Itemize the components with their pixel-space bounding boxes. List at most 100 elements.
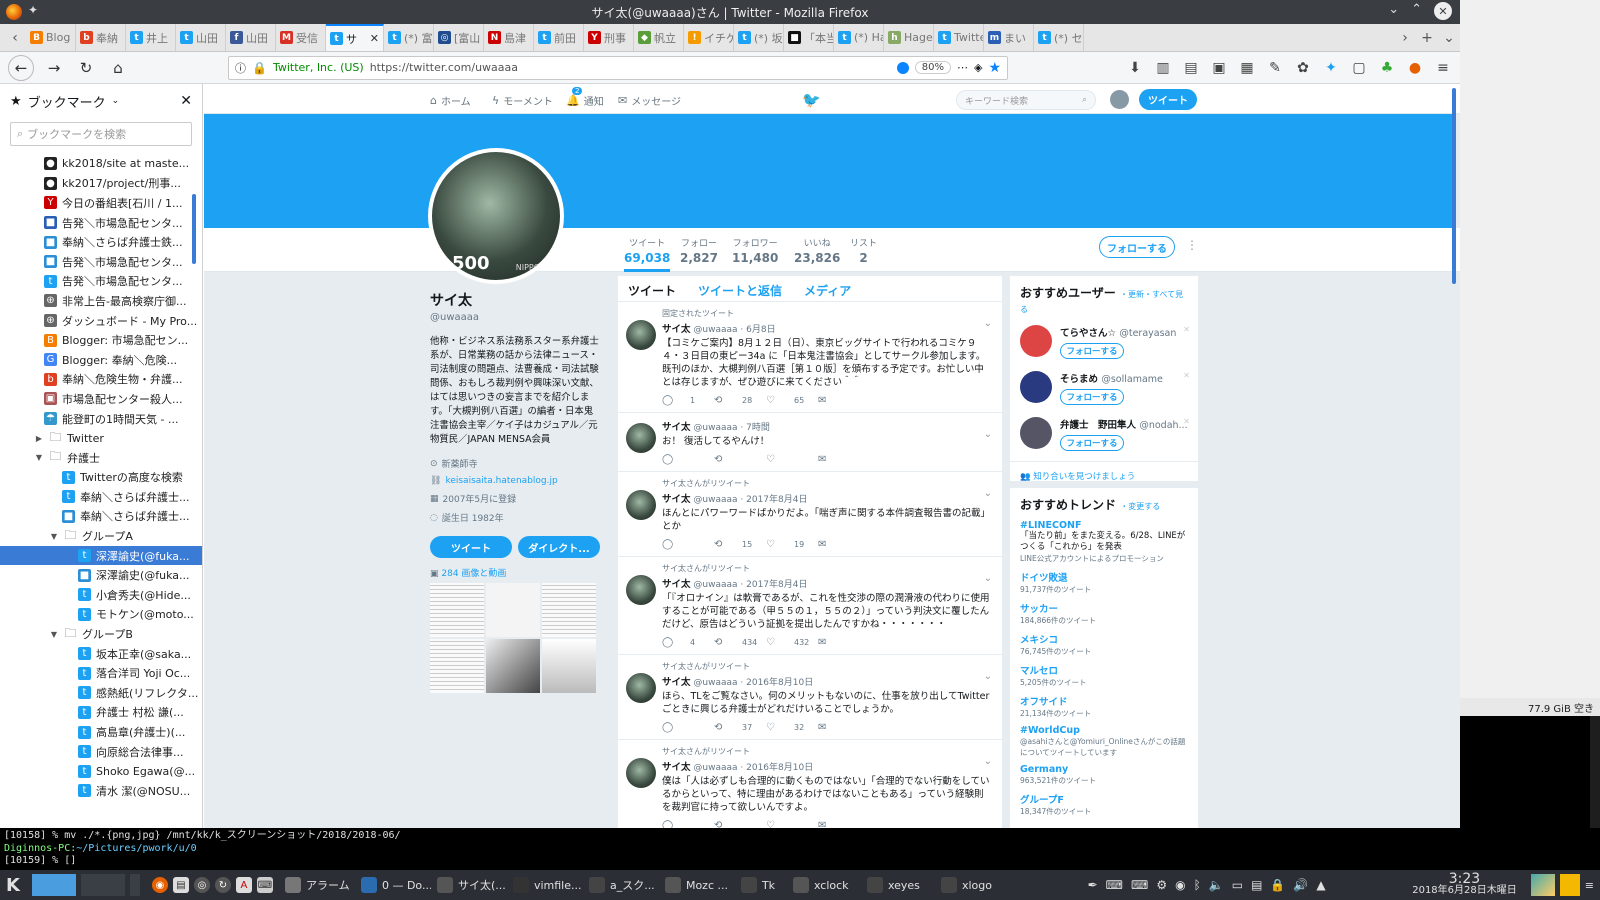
info-icon[interactable]: ⓘ [235,60,246,76]
bookmark-folder[interactable]: ▼ 🗀 弁護士 [0,448,202,468]
tweet-avatar[interactable] [626,423,656,453]
bookmark-item[interactable]: b 奉納＼危険生物・弁護... [0,370,202,390]
retweet-button[interactable]: ⟲ 37 [714,722,766,733]
bookmark-item[interactable]: t 奉納＼さらば弁護士... [0,487,202,507]
keyboard-launch-icon[interactable]: ⌨ [256,877,273,893]
timeline-tab[interactable]: メディア [804,282,851,301]
bookmark-item[interactable]: ■ 奉納＼さらば弁護士鉄... [0,232,202,252]
browser-tab[interactable]: ◆ 帆立 [634,24,684,51]
nav-moments[interactable]: ϟ モーメント [492,93,553,108]
dm-tweet-button[interactable]: ✉ [818,722,870,733]
browser-tab[interactable]: ! イチケ [684,24,734,51]
bookmark-item[interactable]: ● kk2017/project/刑事... [0,174,202,194]
trend-item[interactable]: オフサイド 21,134件のツイート [1010,691,1198,722]
tweet-avatar[interactable] [626,673,656,703]
tab-list-icon[interactable]: ⌄ [1438,24,1460,51]
media-thumbnail[interactable] [486,583,540,637]
collapsed-arrow-icon[interactable]: ▶ [34,434,44,443]
tweet-author-name[interactable]: サイ太 [662,762,691,773]
volume-icon[interactable]: 🔈 [1209,878,1224,892]
back-button[interactable]: ← [8,54,34,81]
direct-message-button[interactable]: ダイレクト... [518,536,600,558]
like-button[interactable]: ♡ 432 [766,637,818,648]
find-friends-link[interactable]: 👥 知り合いを見つけましょう [1010,461,1198,490]
tweet-date[interactable]: 7時間 [746,423,770,433]
timeline-tab[interactable]: ツイートと返信 [698,282,782,301]
extension-dot-icon[interactable] [896,61,909,74]
browser-tab[interactable]: m まい [984,24,1034,51]
trend-item[interactable]: マルセロ 5,205件のツイート [1010,660,1198,691]
suggested-user-avatar[interactable] [1020,417,1052,449]
bookmark-folder[interactable]: ▶ 🗀 Twitter [0,428,202,448]
bookmark-item[interactable]: ■ 告発＼市場急配センタ... [0,213,202,233]
reply-button[interactable]: ◯ [662,454,714,465]
tweet[interactable]: サイ太さんがリツイート サイ太 @uwaaaa · 2016年8月10日 ⌄ 僕は「人… [618,740,1002,828]
browser-tab[interactable]: t Twitte [934,24,984,51]
media-link-text[interactable]: 284 画像と動画 [441,569,506,579]
tweet-avatar[interactable] [626,490,656,520]
twitter-ext-icon[interactable]: ✦ [1322,60,1340,76]
sidebar-title[interactable]: ブックマーク [28,92,106,111]
trend-item[interactable]: ドイツ敗退 91,737件のツイート [1010,567,1198,598]
zoom-indicator[interactable]: 80% [914,61,951,74]
dismiss-icon[interactable]: ✕ [1183,325,1190,334]
trend-item[interactable]: サッカー 184,866件のツイート [1010,598,1198,629]
tweet-date[interactable]: 2016年8月10日 [746,678,813,688]
dm-tweet-button[interactable]: ✉ [818,820,870,828]
suggested-user-name-line[interactable]: そらまめ @sollamame [1060,371,1163,385]
tweet-author-handle[interactable]: @uwaaaa [693,495,737,505]
tweet-author-handle[interactable]: @uwaaaa [693,423,737,433]
tweet[interactable]: サイ太 @uwaaaa · 7時間 ⌄ お！ 復活してるやんけ！ ◯ ⟲ ♡ ✉ [618,413,1002,472]
bookmark-folder[interactable]: ▼ 🗀 グループB [0,624,202,644]
tweet-author-handle[interactable]: @uwaaaa [693,580,737,590]
tweet-menu-icon[interactable]: ⌄ [984,318,992,329]
site-identity[interactable]: Twitter, Inc. (US) [273,61,364,74]
display-icon[interactable]: ▭ [1232,878,1243,892]
suggested-user-avatar[interactable] [1020,325,1052,357]
bookmark-folder[interactable]: ▼ 🗀 グループA [0,526,202,546]
tweet-date[interactable]: 2016年8月10日 [746,763,813,773]
tweet-author-name[interactable]: サイ太 [662,324,691,335]
taskbar-window-button[interactable]: Mozc ... [659,872,735,898]
browser-tab[interactable]: M 受信 [276,24,326,51]
like-button[interactable]: ♡ 32 [766,722,818,733]
tweet-avatar[interactable] [626,320,656,350]
bookmark-item[interactable]: G Blogger: 奉納＼危険... [0,350,202,370]
follow-button[interactable]: フォローする [1099,236,1175,258]
taskbar-window-button[interactable]: Tk [735,872,787,898]
bookmark-item[interactable]: ⊕ ダッシュボード - My Pro... [0,311,202,331]
pen-tray-icon[interactable]: ✒ [1088,878,1098,892]
nav-notifications[interactable]: 🔔 通知 2 [566,87,604,108]
profile-website-text[interactable]: keisaisaita.hatenablog.jp [445,476,557,486]
search-icon[interactable]: ⌕ [1082,95,1087,105]
bookmark-item[interactable]: t Shoko Egawa(@... [0,761,202,781]
expanded-arrow-icon[interactable]: ▼ [49,630,59,639]
browser-tab[interactable]: t 前田 [534,24,584,51]
show-desktop[interactable]: ≡ [1525,872,1600,898]
bookmark-item[interactable]: ■ 奉納＼さらば弁護士... [0,507,202,527]
terminal-input-line[interactable]: [10159] % [] [4,855,1596,868]
network-icon[interactable]: ⚙ [1156,878,1167,892]
tweet-avatar[interactable] [626,575,656,605]
tweet-avatar[interactable] [626,758,656,788]
bookmark-item[interactable]: t 告発＼市場急配センタ... [0,272,202,292]
bookmark-item[interactable]: ▣ 市場急配センター殺人... [0,389,202,409]
tweet-menu-icon[interactable]: ⌄ [984,756,992,767]
nav-messages[interactable]: ✉ メッセージ [618,93,681,108]
bookmark-item[interactable]: t 感熱紙(リフレクタ... [0,683,202,703]
suggested-user-name-line[interactable]: てらやさん☆ @terayasan [1060,325,1176,339]
follow-user-button[interactable]: フォローする [1060,389,1124,405]
refresh-launch-icon[interactable]: ↻ [214,877,231,893]
library-icon[interactable]: ▥ [1154,60,1172,76]
trend-name[interactable]: Germany [1020,764,1188,775]
url-bar[interactable]: ⓘ 🔒 Twitter, Inc. (US) https://twitter.c… [228,55,1008,80]
bookmark-item[interactable]: ● kk2018/site at maste... [0,154,202,174]
bookmark-item[interactable]: t 小倉秀夫(@Hide... [0,585,202,605]
profile-stat[interactable]: リスト 2 [850,236,877,265]
bookmark-star-icon[interactable]: ★ [988,60,1001,76]
sidebar-scrollbar[interactable] [192,194,196,264]
like-button[interactable]: ♡ [766,454,818,465]
page-scrollbar[interactable] [1452,88,1456,284]
bookmark-item[interactable]: t Twitterの高度な検索 [0,468,202,488]
user-avatar[interactable] [1110,90,1129,109]
